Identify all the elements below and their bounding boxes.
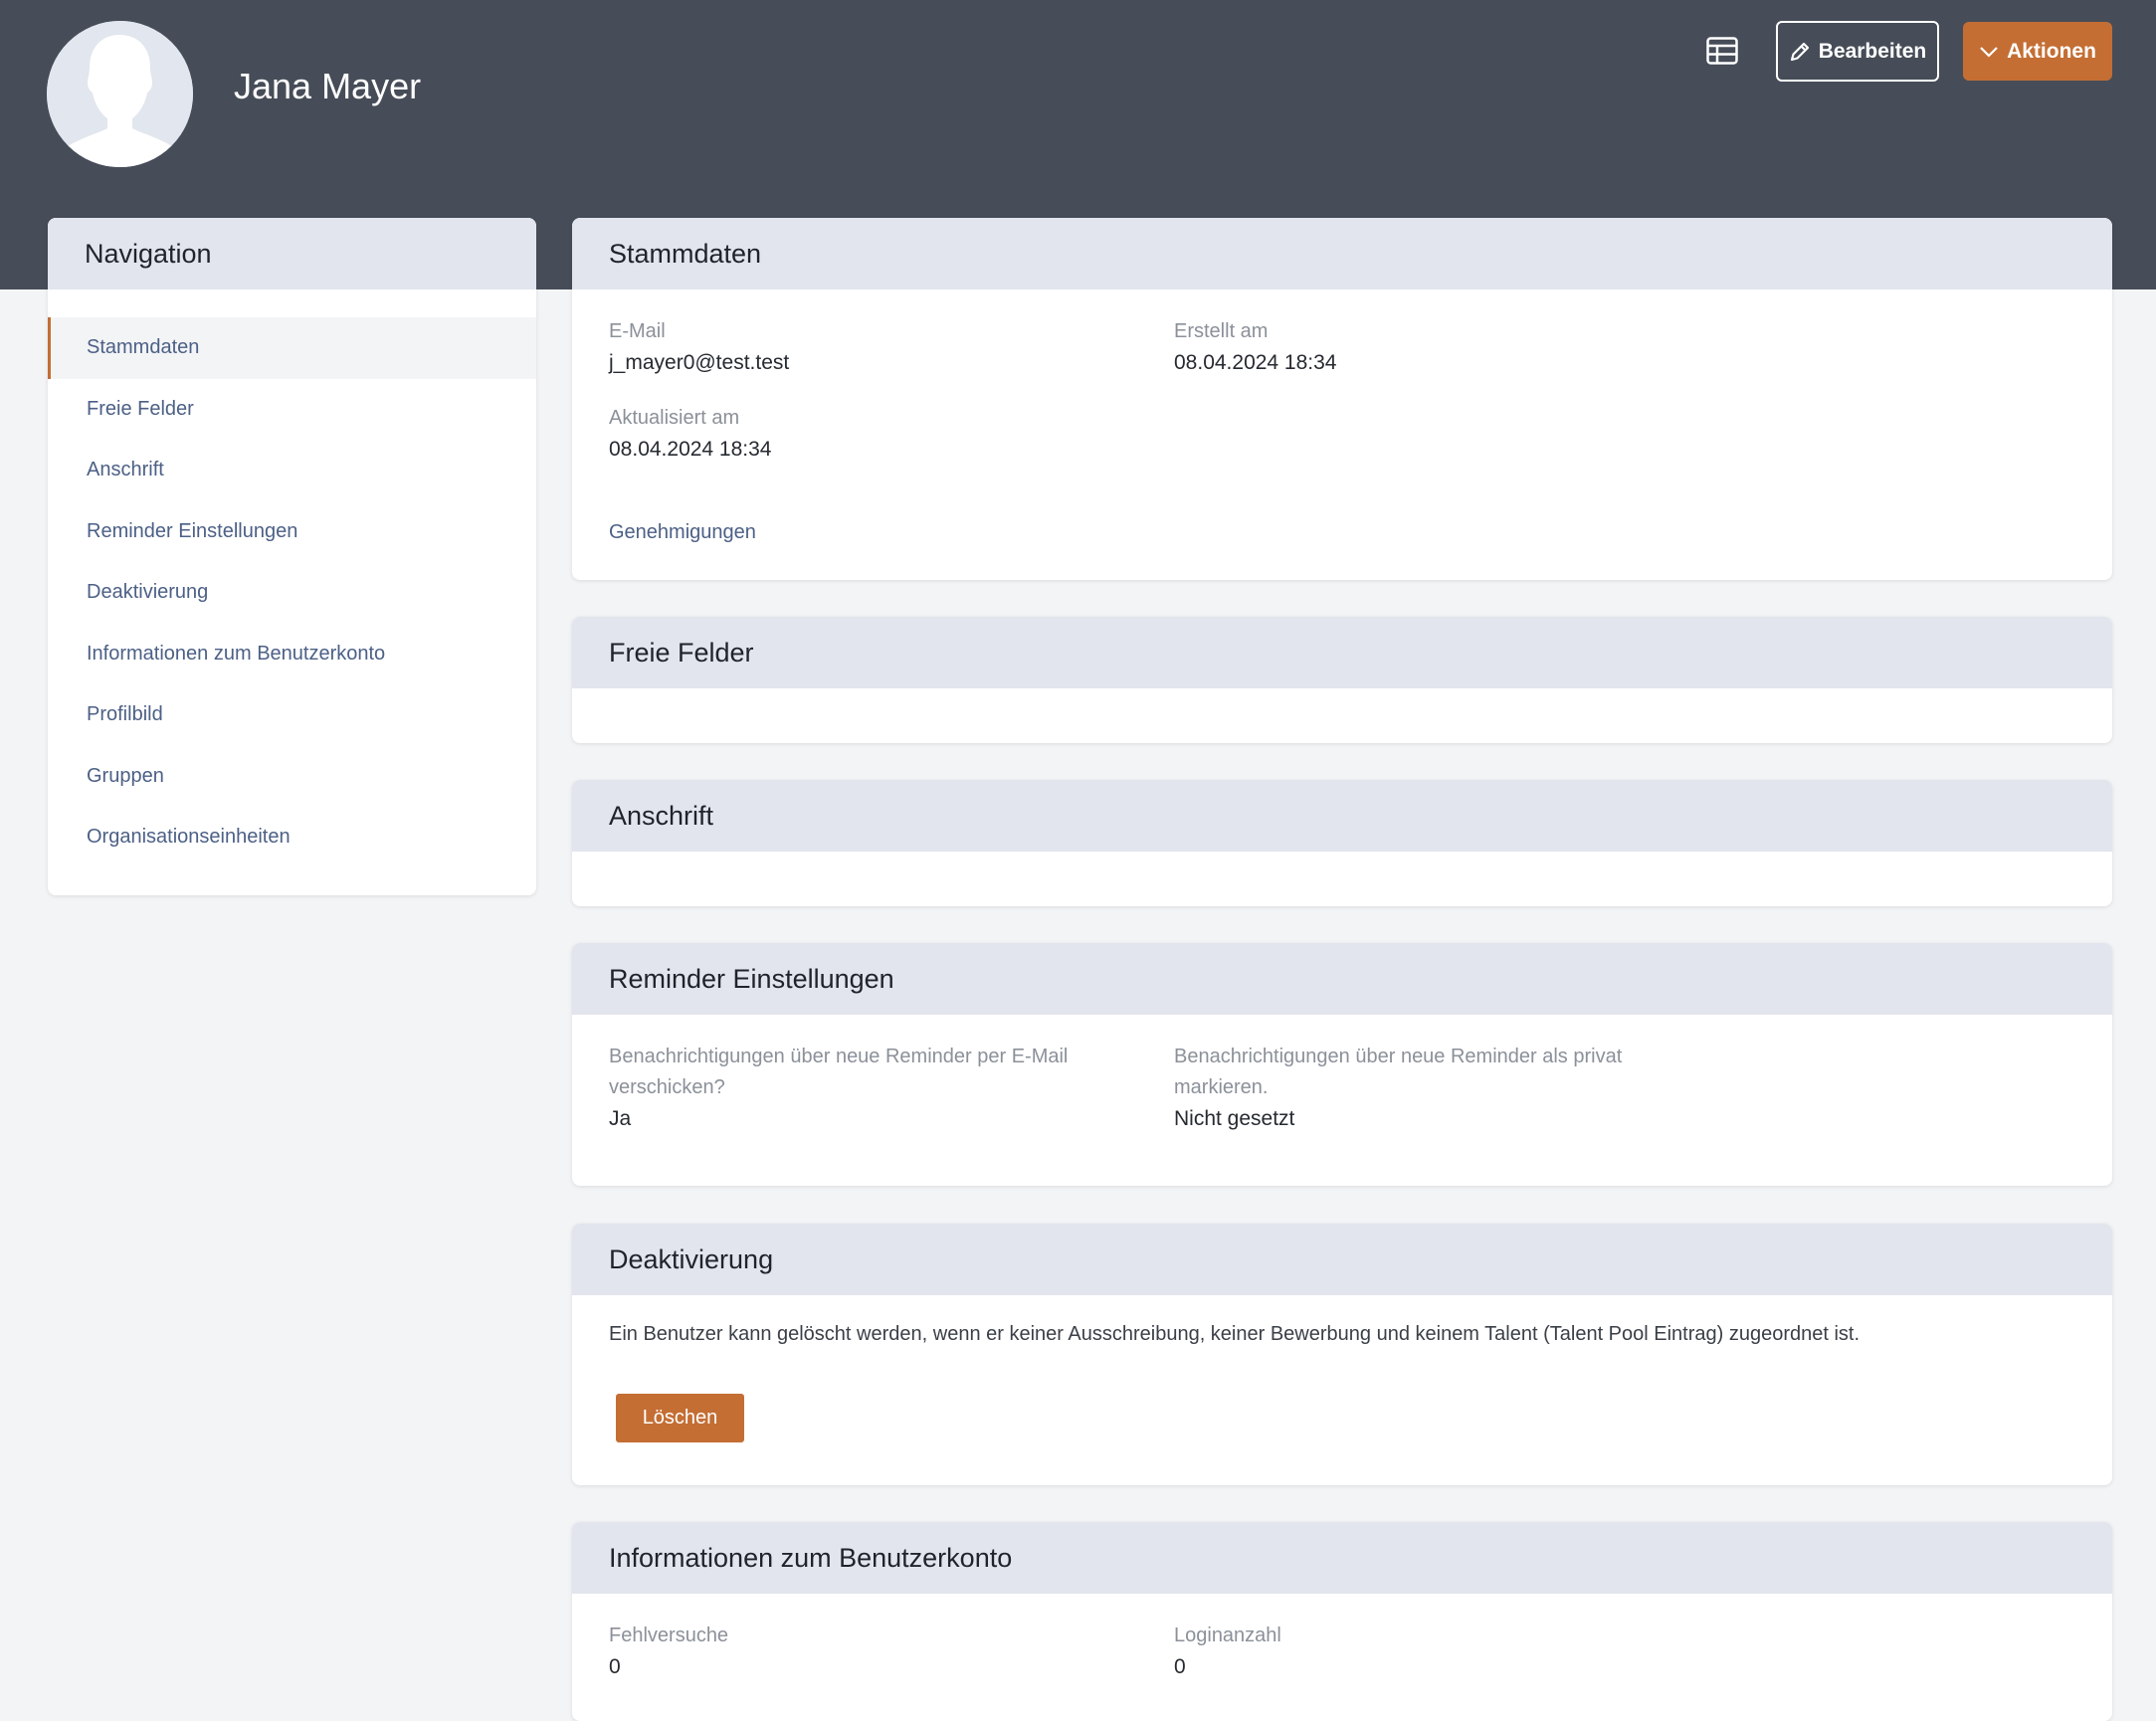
edit-button-label: Bearbeiten (1818, 39, 1927, 63)
nav-item-organisationseinheiten[interactable]: Organisationseinheiten (48, 807, 536, 868)
nav-item-stammdaten[interactable]: Stammdaten (48, 317, 536, 379)
failed-attempts-label: Fehlversuche (609, 1625, 729, 1646)
private-value: Nicht gesetzt (1174, 1107, 1295, 1130)
navigation-list: Stammdaten Freie Felder Anschrift Remind… (48, 317, 536, 868)
created-value: 08.04.2024 18:34 (1174, 351, 1337, 374)
email-field: E-Mail j_mayer0@test.test (609, 316, 789, 378)
reminder-card: Reminder Einstellungen Benachrichtigunge… (572, 943, 2112, 1186)
deaktivierung-title: Deaktivierung (572, 1224, 2112, 1295)
actions-button-label: Aktionen (2007, 39, 2096, 63)
actions-dropdown-button[interactable]: Aktionen (1963, 22, 2112, 81)
nav-item-reminder-einstellungen[interactable]: Reminder Einstellungen (48, 501, 536, 563)
nav-item-anschrift[interactable]: Anschrift (48, 440, 536, 501)
nav-item-gruppen[interactable]: Gruppen (48, 746, 536, 808)
updated-value: 08.04.2024 18:34 (609, 438, 772, 461)
email-label: E-Mail (609, 320, 666, 342)
updated-field: Aktualisiert am 08.04.2024 18:34 (609, 403, 772, 465)
email-notify-value: Ja (609, 1107, 632, 1130)
anschrift-title: Anschrift (572, 780, 2112, 852)
email-value: j_mayer0@test.test (609, 351, 790, 374)
deaktivierung-text: Ein Benutzer kann gelöscht werden, wenn … (609, 1323, 1861, 1345)
private-label: Benachrichtigungen über neue Reminder al… (1174, 1046, 1623, 1098)
benutzerkonto-card: Informationen zum Benutzerkonto Fehlvers… (572, 1522, 2112, 1721)
stammdaten-card: Stammdaten E-Mail j_mayer0@test.test Ers… (572, 218, 2112, 580)
created-field: Erstellt am 08.04.2024 18:34 (1174, 316, 1337, 378)
nav-item-deaktivierung[interactable]: Deaktivierung (48, 562, 536, 624)
delete-button[interactable]: Löschen (616, 1394, 744, 1442)
updated-label: Aktualisiert am (609, 407, 740, 429)
freie-felder-card: Freie Felder (572, 617, 2112, 743)
chevron-down-icon (1980, 46, 1998, 58)
table-view-toggle[interactable] (1704, 34, 1740, 68)
login-count-label: Loginanzahl (1174, 1625, 1281, 1646)
email-notify-label: Benachrichtigungen über neue Reminder pe… (609, 1046, 1069, 1098)
user-name: Jana Mayer (234, 66, 422, 106)
private-field: Benachrichtigungen über neue Reminder al… (1174, 1042, 1691, 1134)
created-label: Erstellt am (1174, 320, 1269, 342)
stammdaten-title: Stammdaten (572, 218, 2112, 289)
avatar (47, 21, 193, 167)
anschrift-card: Anschrift (572, 780, 2112, 906)
approvals-link[interactable]: Genehmigungen (609, 521, 756, 544)
failed-attempts-field: Fehlversuche 0 (609, 1621, 728, 1682)
benutzerkonto-title: Informationen zum Benutzerkonto (572, 1522, 2112, 1594)
pencil-icon (1790, 42, 1809, 61)
nav-item-freie-felder[interactable]: Freie Felder (48, 379, 536, 441)
table-icon (1706, 37, 1738, 65)
navigation-card: Navigation Stammdaten Freie Felder Ansch… (48, 218, 536, 895)
edit-button[interactable]: Bearbeiten (1776, 21, 1939, 82)
reminder-title: Reminder Einstellungen (572, 943, 2112, 1015)
login-count-field: Loginanzahl 0 (1174, 1621, 1281, 1682)
nav-item-benutzerkonto[interactable]: Informationen zum Benutzerkonto (48, 624, 536, 685)
navigation-title: Navigation (48, 218, 536, 289)
deaktivierung-card: Deaktivierung Ein Benutzer kann gelöscht… (572, 1224, 2112, 1485)
user-silhouette-icon (47, 21, 193, 167)
email-notify-field: Benachrichtigungen über neue Reminder pe… (609, 1042, 1126, 1134)
freie-felder-title: Freie Felder (572, 617, 2112, 688)
nav-item-profilbild[interactable]: Profilbild (48, 684, 536, 746)
